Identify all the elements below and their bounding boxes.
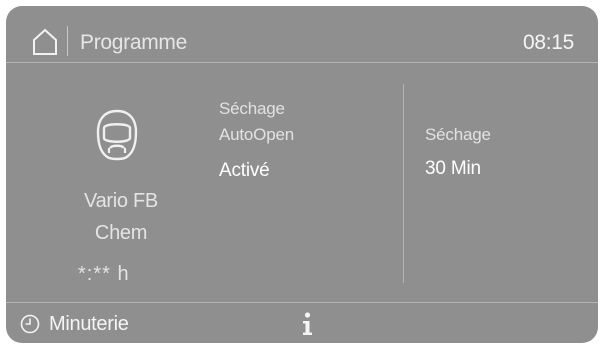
face-mask-icon xyxy=(96,109,138,161)
program-name-line2: Chem xyxy=(94,222,148,244)
program-name-line1: Vario FB xyxy=(84,190,158,212)
control-panel-display: Programme 08:15 Vario FB Chem *:** h Séc… xyxy=(6,6,598,343)
page-title: Programme xyxy=(80,31,187,54)
clock-icon xyxy=(20,314,40,334)
home-icon[interactable] xyxy=(32,28,58,56)
option-label-line2: AutoOpen xyxy=(219,125,294,144)
header-divider xyxy=(6,62,598,63)
timer-button[interactable]: Minuterie xyxy=(20,310,129,338)
clock-time: 08:15 xyxy=(522,31,574,54)
info-icon[interactable] xyxy=(300,311,314,337)
drying-label: Séchage xyxy=(425,125,491,144)
drying-time-value[interactable]: 30 Min xyxy=(425,157,481,181)
remaining-time: *:** h xyxy=(78,263,130,285)
footer-divider xyxy=(6,302,598,303)
autoopen-value[interactable]: Activé xyxy=(219,159,270,183)
header-separator xyxy=(67,26,68,56)
option-label-line1: Séchage xyxy=(219,99,285,118)
timer-label: Minuterie xyxy=(49,313,129,335)
column-divider xyxy=(403,84,404,283)
header-bar: Programme 08:15 xyxy=(6,6,598,58)
